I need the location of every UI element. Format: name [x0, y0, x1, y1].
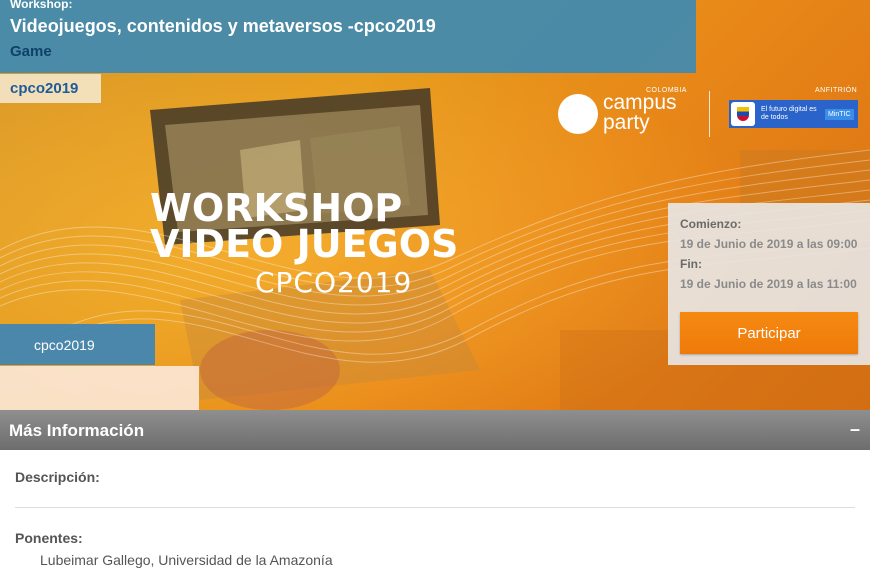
- section-divider: [15, 507, 855, 508]
- banner-pale-strip: [0, 366, 199, 410]
- event-kicker: Workshop:: [10, 0, 73, 11]
- event-title-box: Workshop: Videojuegos, contenidos y meta…: [0, 0, 696, 73]
- mintic-logo: El futuro digital es de todos MinTIC: [729, 100, 858, 128]
- event-banner: Workshop: Videojuegos, contenidos y meta…: [0, 0, 870, 410]
- campus-party-logo-word1: campus: [603, 91, 677, 114]
- description-label: Descripción:: [15, 469, 100, 485]
- event-tag-label[interactable]: cpco2019: [10, 80, 78, 97]
- start-value: 19 de Junio de 2019 a las 09:00: [680, 237, 858, 251]
- event-tag[interactable]: cpco2019: [0, 74, 101, 103]
- participate-button[interactable]: Participar: [680, 312, 858, 354]
- banner-headline-line2: VIDEO JUEGOS: [150, 222, 459, 266]
- banner-headline-line1: WORKSHOP: [150, 186, 403, 230]
- event-category[interactable]: Game: [10, 43, 52, 60]
- banner-headline: WORKSHOP VIDEO JUEGOS: [150, 186, 459, 266]
- banner-subline: CPCO2019: [255, 266, 413, 299]
- event-title[interactable]: Videojuegos, contenidos y metaversos -cp…: [10, 16, 436, 37]
- end-label: Fin:: [680, 257, 702, 271]
- colombia-crest-icon: [731, 102, 755, 126]
- campus-party-logo-wordmark: campus party: [603, 91, 677, 134]
- mintic-slogan: El futuro digital es de todos: [761, 106, 817, 121]
- end-value: 19 de Junio de 2019 a las 11:00: [680, 277, 857, 291]
- event-tag-secondary[interactable]: cpco2019: [0, 324, 155, 365]
- mintic-badge: MinTIC: [825, 108, 854, 120]
- more-info-header[interactable]: Más Información –: [0, 410, 870, 450]
- speakers-label: Ponentes:: [15, 530, 83, 546]
- campus-party-logo: COLOMBIA campus party: [558, 87, 698, 137]
- more-info-title: Más Información: [9, 421, 145, 440]
- logo-divider: [709, 91, 710, 137]
- collapse-icon[interactable]: –: [846, 418, 864, 440]
- speaker-item: Lubeimar Gallego, Universidad de la Amaz…: [40, 552, 333, 568]
- campus-party-logo-circle: [558, 94, 598, 134]
- campus-party-logo-word2: party: [603, 111, 650, 134]
- host-label: ANFITRIÓN: [815, 87, 858, 94]
- event-tag-secondary-label[interactable]: cpco2019: [34, 337, 95, 353]
- start-label: Comienzo:: [680, 217, 742, 231]
